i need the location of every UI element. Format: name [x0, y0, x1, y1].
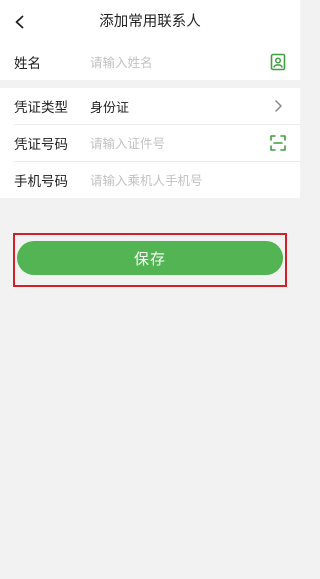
section-divider [0, 80, 300, 88]
back-button[interactable] [6, 8, 34, 36]
contact-form: 姓名 凭证类型 身份证 凭证号码 [0, 44, 300, 198]
name-label: 姓名 [14, 56, 41, 72]
phone-label: 手机号码 [14, 174, 68, 190]
id-number-input[interactable] [90, 125, 250, 161]
id-type-row[interactable]: 凭证类型 身份证 [0, 88, 300, 124]
phone-input[interactable] [90, 162, 250, 198]
id-number-row: 凭证号码 [0, 125, 300, 161]
id-type-value: 身份证 [90, 100, 130, 116]
name-input[interactable] [90, 44, 250, 80]
top-bar: 添加常用联系人 [0, 0, 300, 44]
id-type-label: 凭证类型 [14, 100, 68, 116]
id-number-label: 凭证号码 [14, 137, 68, 153]
name-row: 姓名 [0, 44, 300, 80]
phone-row: 手机号码 [0, 162, 300, 198]
contact-book-icon[interactable] [268, 52, 288, 72]
chevron-right-icon [268, 96, 288, 116]
scan-icon[interactable] [268, 133, 288, 153]
save-button[interactable]: 保存 [17, 241, 283, 275]
chevron-left-icon [15, 15, 24, 29]
page-title: 添加常用联系人 [99, 14, 201, 30]
